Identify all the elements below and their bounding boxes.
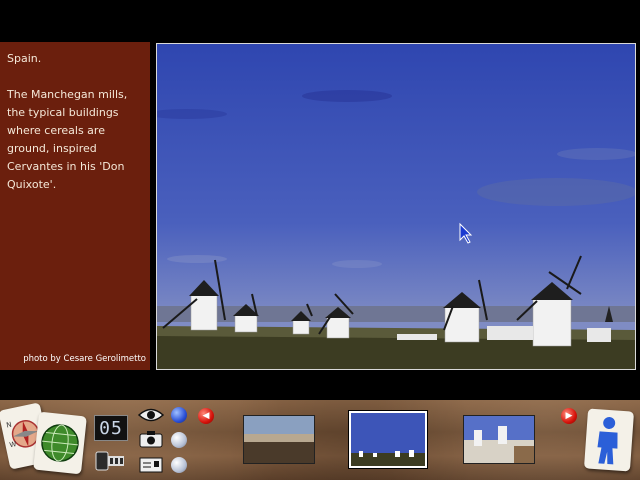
- camera-icon: [139, 431, 163, 448]
- camera-button[interactable]: [139, 430, 163, 448]
- view-eye-indicator[interactable]: [171, 407, 187, 423]
- thumbnail-village: [464, 416, 534, 463]
- film-button[interactable]: [95, 450, 125, 472]
- person-icon: [597, 416, 618, 465]
- caption-title: Spain.: [7, 52, 42, 65]
- thumbnail-windmills: [351, 413, 425, 466]
- globe-icon: [41, 424, 79, 462]
- eye-icon: [137, 408, 165, 422]
- svg-text:N: N: [6, 421, 13, 430]
- thumbnail-3[interactable]: [463, 415, 535, 464]
- caption-panel: Spain. The Manchegan mills, the typical …: [0, 42, 150, 370]
- view-eye-button[interactable]: [137, 406, 165, 424]
- thumbnail-2-selected[interactable]: [349, 411, 427, 468]
- svg-text:W: W: [9, 440, 18, 449]
- triangle-left-icon: ◀: [202, 411, 210, 421]
- triangle-right-icon: ▶: [565, 411, 573, 421]
- thumbnail-1[interactable]: [243, 415, 315, 464]
- photo-counter: 05: [94, 415, 128, 441]
- previous-button[interactable]: ◀: [198, 408, 214, 424]
- top-bar: [0, 0, 640, 42]
- globe-button[interactable]: [33, 411, 87, 475]
- postcard-icon: [139, 457, 163, 473]
- main-photo[interactable]: [156, 43, 636, 370]
- postcard-indicator[interactable]: [171, 457, 187, 473]
- next-button[interactable]: ▶: [561, 408, 577, 424]
- postcard-button[interactable]: [139, 456, 163, 474]
- photo-credit: photo by Cesare Gerolimetto: [23, 354, 146, 364]
- divider-strip: [0, 370, 640, 400]
- caption-text: The Manchegan mills, the typical buildin…: [7, 88, 128, 191]
- camera-indicator[interactable]: [171, 432, 187, 448]
- guide-button[interactable]: [583, 408, 635, 472]
- windmills-photo: [157, 44, 635, 369]
- thumbnail-landscape: [244, 416, 314, 463]
- film-reel-icon: [95, 451, 124, 471]
